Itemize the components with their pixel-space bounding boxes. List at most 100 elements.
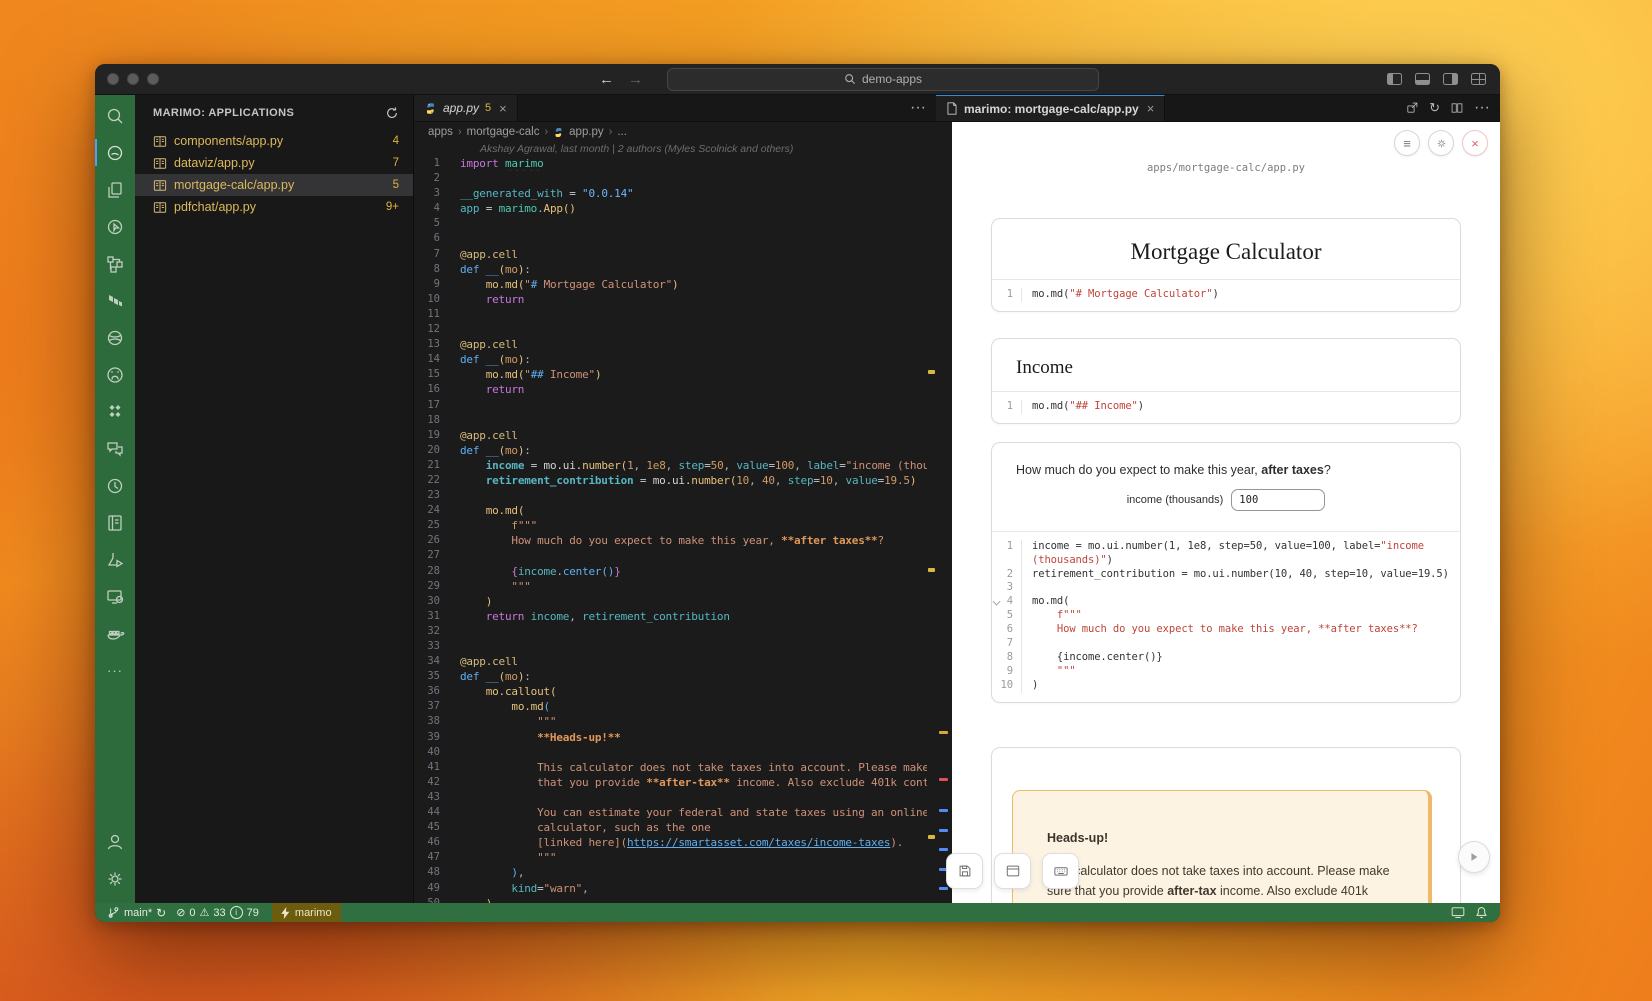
open-external-icon[interactable] [1405,101,1419,115]
more-actions-icon[interactable]: ··· [1474,99,1490,117]
editor-tab-bar: app.py 5 × ··· [414,95,936,122]
sidebar-item-components-app-py[interactable]: components/app.py4 [135,130,413,152]
file-name: pdfchat/app.py [174,200,386,214]
code-line: 37 mo.md( [414,699,936,714]
code-line: 32 [414,624,936,639]
problem-count-badge: 5 [393,179,399,191]
code-line: 11 [414,307,936,322]
close-window-button[interactable] [107,73,119,85]
code-line: 6 [414,231,936,246]
refresh-icon[interactable] [385,106,399,120]
toggle-secondary-sidebar-icon[interactable] [1443,73,1458,85]
breadcrumb-item[interactable]: app.py [569,126,604,138]
more-actions-icon[interactable]: ··· [910,99,926,117]
keyboard-shortcuts-button[interactable] [1042,853,1079,889]
terraform-icon[interactable] [95,282,135,319]
breadcrumb-item[interactable]: mortgage-calc [467,126,540,138]
income-input-label: income (thousands) [1127,494,1224,506]
sync-icon[interactable]: ↻ [156,906,166,920]
toggle-panel-icon[interactable] [1415,73,1430,85]
close-icon[interactable]: × [1147,101,1155,116]
code-line: 16 return [414,382,936,397]
diamonds-icon[interactable] [95,393,135,430]
settings-button[interactable] [1428,130,1454,156]
preview-code-line: 6 How much do you expect to make this ye… [992,623,1460,637]
overview-ruler[interactable] [927,142,936,903]
history-nav: ← → [599,71,643,88]
account-icon[interactable] [95,823,135,860]
close-icon[interactable]: × [499,101,507,116]
card1-code[interactable]: 1mo.md("# Mortgage Calculator") [992,288,1460,302]
run-pointer-icon[interactable] [95,208,135,245]
forward-icon[interactable]: → [628,71,643,88]
git-branch-item[interactable]: main* ↻ [95,903,171,922]
breadcrumb-item[interactable]: ... [617,126,627,138]
code-line: 44 You can estimate your federal and sta… [414,805,936,820]
breadcrumb-item[interactable]: apps [428,126,453,138]
customize-layout-icon[interactable] [1471,73,1486,85]
more-extensions-icon[interactable]: ··· [95,652,135,689]
notebook-icon[interactable] [95,504,135,541]
code-line: 45 calculator, such as the one [414,820,936,835]
sidebar-item-mortgage-calc-app-py[interactable]: mortgage-calc/app.py5 [135,174,413,196]
run-graph-icon[interactable] [95,467,135,504]
menu-button[interactable]: ≡ [1394,130,1420,156]
bell-icon[interactable] [1475,906,1488,919]
back-icon[interactable]: ← [599,71,614,88]
shutdown-button[interactable]: × [1462,130,1488,156]
problems-item[interactable]: ⊘ 0 ⚠ 33 i 79 [171,903,264,922]
open-window-button[interactable] [994,853,1031,889]
command-center-search[interactable]: demo-apps [667,68,1099,91]
collapse-chevron-icon[interactable] [993,598,1001,606]
minimize-window-button[interactable] [127,73,139,85]
decoration-mark [939,809,948,812]
remote-monitor-icon[interactable] [95,578,135,615]
decoration-mark [928,568,935,572]
code-line: 26 How much do you expect to make this y… [414,533,936,548]
cell-card-title: Mortgage Calculator 1mo.md("# Mortgage C… [991,218,1461,312]
refresh-icon[interactable]: ↻ [1429,100,1440,116]
copy-files-icon[interactable] [95,171,135,208]
income-input-row: income (thousands) [992,483,1460,531]
code-line: 1import marimo [414,156,936,171]
github-icon[interactable] [95,356,135,393]
preview-code-line: 5 f""" [992,609,1460,623]
code-editor[interactable]: Akshay Agrawal, last month | 2 authors (… [414,142,936,903]
org-chart-icon[interactable] [95,245,135,282]
breadcrumb: apps › mortgage-calc › app.py › ... [414,122,936,142]
cast-icon[interactable] [1451,906,1465,919]
settings-gear-icon[interactable] [95,860,135,897]
preview-tab-bar: marimo: mortgage-calc/app.py × ↻ ··· [936,95,1500,122]
problem-count-badge: 7 [393,157,399,169]
preview-scroll-strip[interactable] [936,122,952,903]
zoom-window-button[interactable] [147,73,159,85]
docker-icon[interactable] [95,615,135,652]
toggle-sidebar-icon[interactable] [1387,73,1402,85]
marimo-extension-icon[interactable] [95,134,135,171]
marimo-status-item[interactable]: marimo [272,903,341,922]
decoration-mark [939,778,948,781]
tab-app-py[interactable]: app.py 5 × [414,95,518,121]
search-icon[interactable] [95,97,135,134]
income-number-input[interactable] [1231,489,1325,511]
tab-marimo-preview[interactable]: marimo: mortgage-calc/app.py × [936,95,1165,121]
save-button[interactable] [946,853,983,889]
split-editor-icon[interactable] [1450,101,1464,115]
sidebar-item-dataviz-app-py[interactable]: dataviz/app.py7 [135,152,413,174]
card3-code[interactable]: 1income = mo.ui.number(1, 1e8, step=50, … [992,540,1460,693]
card2-code[interactable]: 1mo.md("## Income") [992,400,1460,414]
test-flask-icon[interactable] [95,541,135,578]
code-line: 41 This calculator does not take taxes i… [414,760,936,775]
globe-icon[interactable] [95,319,135,356]
info-count: 79 [247,907,259,919]
code-line: 18 [414,413,936,428]
branch-name: main* [124,907,152,919]
comments-icon[interactable] [95,430,135,467]
run-all-button[interactable] [1458,841,1490,873]
question-text: How much do you expect to make this year… [992,443,1460,483]
status-bar-right [1451,906,1500,919]
file-icon [946,102,958,115]
decoration-mark [939,848,948,851]
sidebar-item-pdfchat-app-py[interactable]: pdfchat/app.py9+ [135,196,413,218]
code-line: 13@app.cell [414,337,936,352]
